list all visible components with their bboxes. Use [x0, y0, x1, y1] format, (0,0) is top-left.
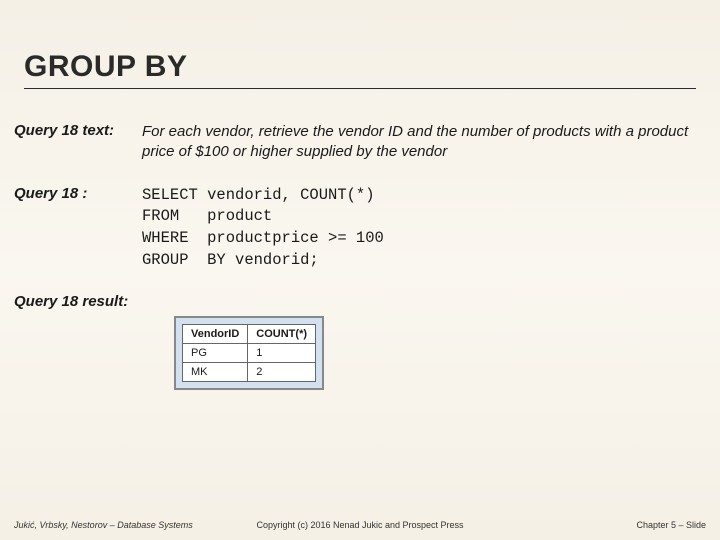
table-header-row: VendorID COUNT(*) [183, 325, 316, 344]
table-header-cell: COUNT(*) [248, 325, 316, 344]
slide-title: GROUP BY [24, 50, 696, 89]
sql-line-3: WHERE productprice >= 100 [142, 229, 384, 247]
footer-left: Jukić, Vrbsky, Nestorov – Database Syste… [14, 520, 193, 530]
slide-content: Query 18 text: For each vendor, retrieve… [14, 122, 706, 395]
query-result-area: VendorID COUNT(*) PG 1 MK 2 [174, 316, 706, 395]
sql-line-2: FROM product [142, 207, 272, 225]
result-table-wrap: VendorID COUNT(*) PG 1 MK 2 [174, 316, 324, 390]
query-text-body: For each vendor, retrieve the vendor ID … [142, 122, 706, 163]
query-result-label: Query 18 result: [14, 293, 142, 310]
query-text-label: Query 18 text: [14, 122, 142, 139]
table-cell: PG [183, 344, 248, 363]
footer-right: Chapter 5 – Slide [636, 520, 706, 530]
sql-line-4: GROUP BY vendorid; [142, 251, 319, 269]
table-row: PG 1 [183, 344, 316, 363]
footer-center: Copyright (c) 2016 Nenad Jukic and Prosp… [256, 520, 463, 530]
query-sql-label: Query 18 : [14, 185, 142, 202]
table-cell: 2 [248, 363, 316, 382]
query-sql-code: SELECT vendorid, COUNT(*) FROM product W… [142, 185, 384, 272]
query-text-row: Query 18 text: For each vendor, retrieve… [14, 122, 706, 163]
sql-line-1: SELECT vendorid, COUNT(*) [142, 186, 375, 204]
slide-footer: Jukić, Vrbsky, Nestorov – Database Syste… [14, 520, 706, 530]
table-header-cell: VendorID [183, 325, 248, 344]
table-cell: MK [183, 363, 248, 382]
query-sql-row: Query 18 : SELECT vendorid, COUNT(*) FRO… [14, 185, 706, 272]
query-result-row: Query 18 result: [14, 293, 706, 310]
table-cell: 1 [248, 344, 316, 363]
table-row: MK 2 [183, 363, 316, 382]
result-table: VendorID COUNT(*) PG 1 MK 2 [182, 324, 316, 382]
